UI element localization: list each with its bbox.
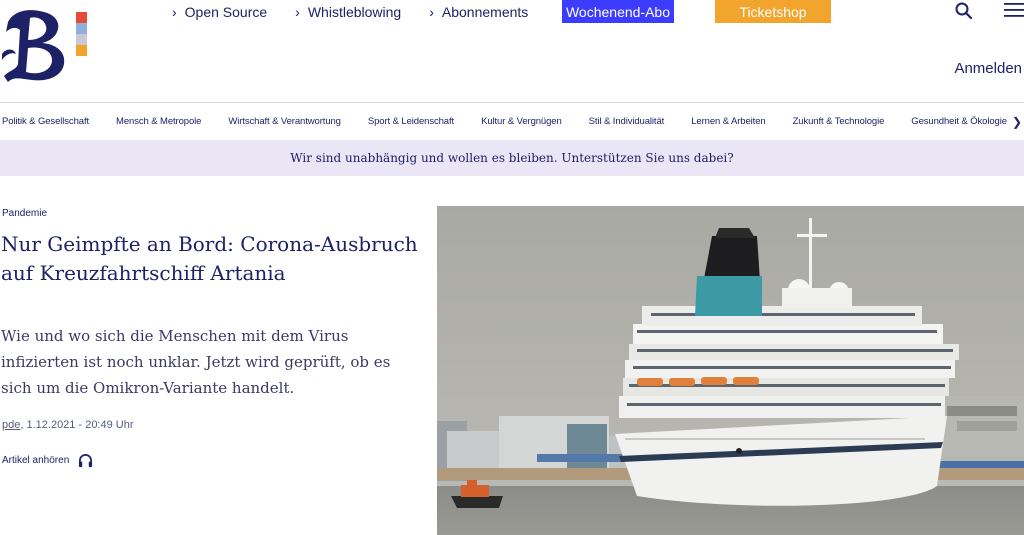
category-lernen[interactable]: Lernen & Arbeiten	[691, 116, 765, 127]
category-kultur[interactable]: Kultur & Vergnügen	[481, 116, 562, 127]
nav-link-open-source[interactable]: › Open Source	[172, 4, 267, 20]
category-sport[interactable]: Sport & Leidenschaft	[368, 116, 454, 127]
category-politik[interactable]: Politik & Gesellschaft	[2, 116, 89, 127]
support-banner[interactable]: Wir sind unabhängig und wollen es bleibe…	[0, 140, 1024, 176]
category-gesundheit[interactable]: Gesundheit & Ökologie	[911, 116, 1007, 127]
category-navigation: Politik & Gesellschaft Mensch & Metropol…	[0, 102, 1024, 140]
site-logo[interactable]	[0, 4, 92, 84]
article-kicker[interactable]: Pandemie	[2, 208, 47, 219]
category-mensch[interactable]: Mensch & Metropole	[116, 116, 201, 127]
category-stil[interactable]: Stil & Individualität	[589, 116, 665, 127]
article-image[interactable]	[437, 206, 1024, 535]
nav-link-abonnements[interactable]: › Abonnements	[429, 4, 528, 20]
listen-article-label: Artikel anhören	[2, 455, 70, 466]
top-navigation: › Open Source › Whistleblowing › Abonnem…	[172, 0, 556, 24]
article-author[interactable]: pde	[2, 419, 20, 431]
support-banner-text: Wir sind unabhängig und wollen es bleibe…	[290, 151, 734, 165]
cruise-ship-image	[437, 206, 1024, 535]
chevron-right-icon: ›	[295, 4, 300, 20]
chevron-right-icon[interactable]: ❯	[1012, 115, 1022, 129]
login-link[interactable]: Anmelden	[954, 60, 1022, 77]
article-date: 1.12.2021 - 20:49 Uhr	[26, 419, 134, 431]
search-icon[interactable]	[955, 2, 973, 20]
chevron-right-icon: ›	[172, 4, 177, 20]
listen-article-button[interactable]: Artikel anhören	[2, 453, 93, 468]
article-meta: pde, 1.12.2021 - 20:49 Uhr	[2, 419, 134, 431]
category-wirtschaft[interactable]: Wirtschaft & Verantwortung	[228, 116, 341, 127]
article-headline[interactable]: Nur Geimpfte an Bord: Corona-Ausbruch au…	[1, 230, 421, 288]
category-zukunft[interactable]: Zukunft & Technologie	[793, 116, 885, 127]
ticketshop-button[interactable]: Ticketshop	[715, 0, 831, 23]
logo-color-bars	[76, 12, 87, 56]
chevron-right-icon: ›	[429, 4, 434, 20]
headphones-icon	[79, 454, 93, 468]
logo-b-icon	[2, 10, 65, 83]
menu-icon[interactable]	[1004, 3, 1024, 17]
wochenend-abo-button[interactable]: Wochenend-Abo	[562, 0, 674, 23]
article-teaser: Wie und wo sich die Menschen mit dem Vir…	[1, 327, 391, 397]
nav-link-whistleblowing[interactable]: › Whistleblowing	[295, 4, 401, 20]
